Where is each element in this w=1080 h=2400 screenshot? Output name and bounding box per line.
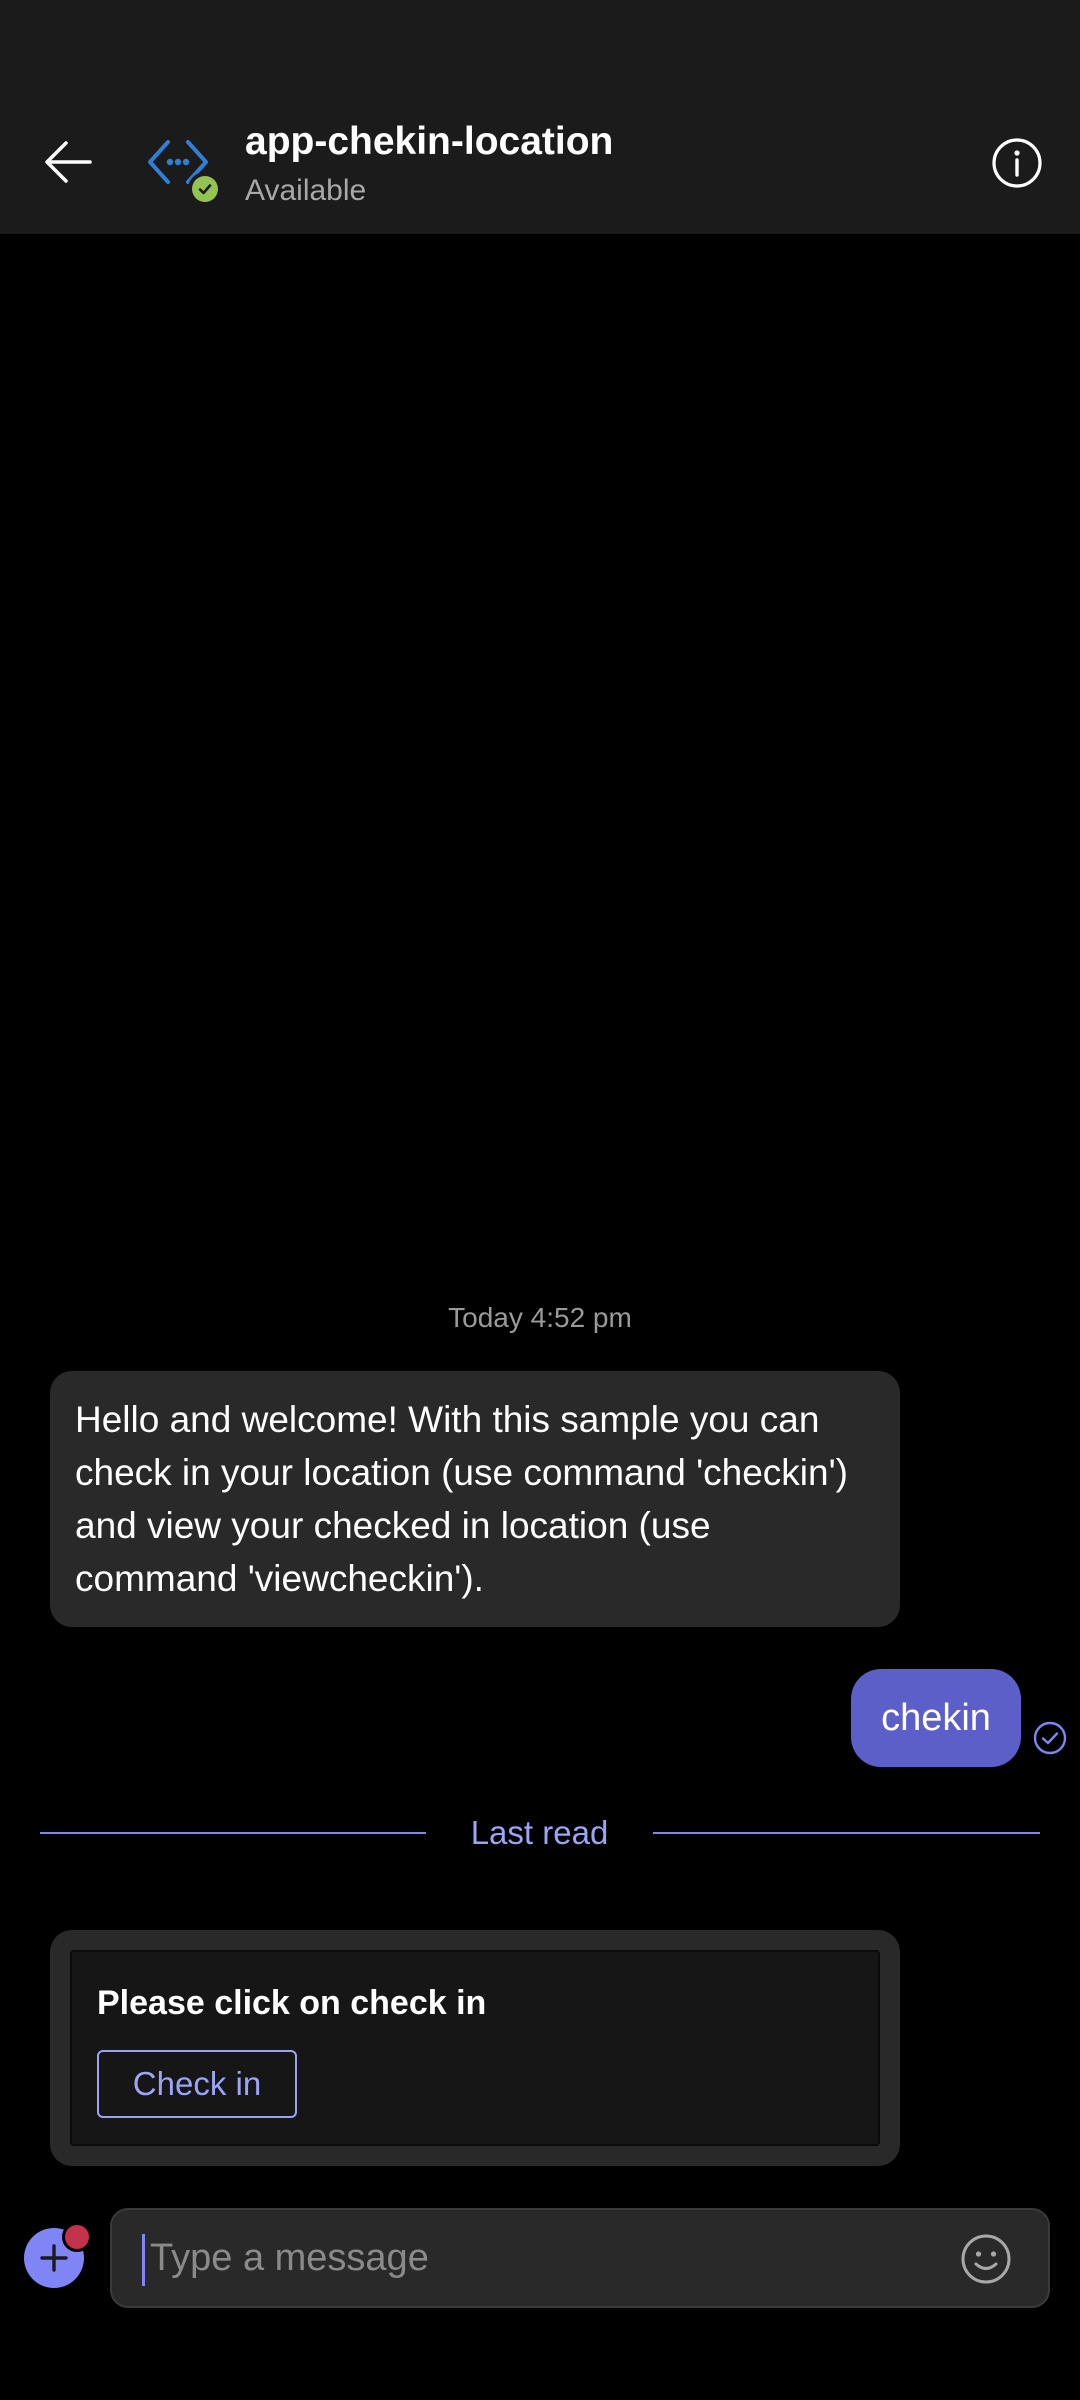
adaptive-card-message: Please click on check in Check in <box>50 1930 900 2166</box>
info-button[interactable] <box>990 136 1044 190</box>
status-bar <box>0 0 1080 90</box>
message-input[interactable] <box>142 2210 950 2306</box>
notification-dot <box>62 2222 92 2252</box>
presence-status: Available <box>245 174 367 207</box>
emoji-button[interactable] <box>959 2232 1013 2286</box>
last-read-divider-right <box>653 1832 1040 1834</box>
last-read-divider-left <box>40 1832 426 1834</box>
chat-header: app-chekin-location Available <box>0 90 1080 234</box>
smiley-icon <box>961 2234 1011 2284</box>
bot-welcome-message[interactable]: Hello and welcome! With this sample you … <box>50 1371 900 1627</box>
available-check-icon <box>198 184 212 195</box>
user-message[interactable]: chekin <box>851 1669 1021 1767</box>
presence-indicator <box>188 172 222 206</box>
last-read-label: Last read <box>470 1814 609 1851</box>
message-timestamp: Today 4:52 pm <box>448 1302 632 1333</box>
sent-check-icon <box>1033 1721 1067 1755</box>
back-button[interactable] <box>34 128 102 196</box>
adaptive-card: Please click on check in Check in <box>70 1950 880 2146</box>
card-text: Please click on check in <box>97 1984 487 2022</box>
check-in-button[interactable]: Check in <box>97 2050 297 2118</box>
compose-box <box>110 2208 1050 2308</box>
info-icon <box>992 138 1042 188</box>
chat-title: app-chekin-location <box>245 120 614 163</box>
arrow-left-icon <box>45 141 92 183</box>
